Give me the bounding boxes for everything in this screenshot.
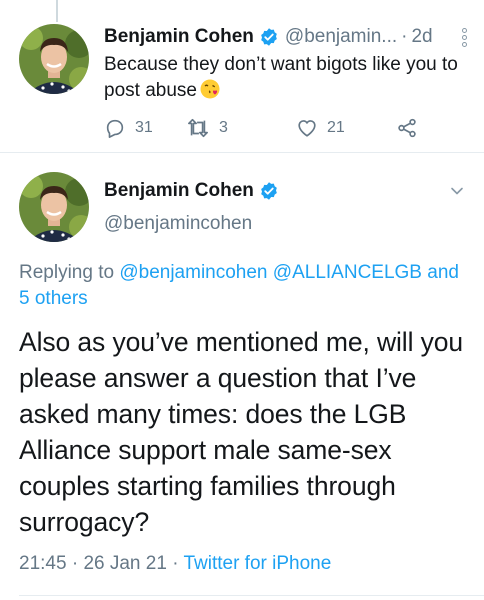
tweet-meta: 21:45 · 26 Jan 21 · Twitter for iPhone — [19, 553, 331, 575]
tweet-date: 26 Jan 21 — [83, 553, 167, 574]
reply-count: 31 — [135, 119, 153, 136]
replying-and: and — [427, 262, 459, 283]
separator-dot: · — [172, 553, 179, 574]
tweet-text: Because they don’t want bigots like you … — [104, 52, 464, 104]
author-name[interactable]: Benjamin Cohen — [104, 26, 254, 48]
share-icon — [398, 118, 416, 138]
separator-dot: · — [401, 26, 408, 47]
reply-icon — [106, 119, 124, 138]
author-handle[interactable]: @benjamin... — [285, 26, 397, 48]
tweet-time: 21:45 — [19, 553, 67, 574]
divider — [0, 152, 484, 153]
others-link[interactable]: 5 others — [19, 288, 88, 309]
replying-to: Replying to @benjamincohen @ALLIANCELGB … — [19, 260, 471, 312]
avatar[interactable] — [19, 172, 89, 242]
tweet-time[interactable]: 2d — [411, 26, 432, 48]
replying-prefix: Replying to — [19, 262, 115, 283]
tweet-actions: 31 3 21 — [104, 116, 424, 140]
tweet-text: Also as you’ve mentioned me, will you pl… — [19, 327, 464, 537]
share-button[interactable] — [396, 116, 427, 140]
mention-link[interactable]: @benjamincohen — [119, 262, 267, 283]
tweet-reply[interactable]: Benjamin Cohen @benjamin... · 2d Because… — [0, 0, 484, 150]
tweet-header: Benjamin Cohen @benjamin... · 2d — [104, 24, 470, 50]
reply-button[interactable]: 31 — [104, 116, 153, 140]
chevron-down-icon[interactable] — [450, 184, 464, 198]
heart-icon — [298, 120, 316, 137]
verified-badge-icon — [259, 181, 279, 201]
separator-dot: · — [71, 553, 79, 574]
tweet-source-link[interactable]: Twitter for iPhone — [183, 553, 331, 574]
retweet-button[interactable]: 3 — [186, 116, 228, 140]
avatar[interactable] — [19, 24, 89, 94]
divider — [19, 595, 484, 596]
retweet-count: 3 — [219, 119, 228, 136]
face-blowing-a-kiss-icon — [200, 79, 220, 99]
author-name-row: Benjamin Cohen — [104, 180, 279, 202]
more-vertical-icon[interactable] — [462, 28, 468, 48]
tweet-text-body: Because they don’t want bigots like you … — [104, 54, 458, 101]
like-count: 21 — [327, 119, 345, 136]
verified-badge-icon — [259, 27, 279, 47]
retweet-icon — [188, 118, 208, 138]
mention-link[interactable]: @ALLIANCELGB — [273, 262, 422, 283]
author-name[interactable]: Benjamin Cohen — [104, 180, 254, 202]
author-handle[interactable]: @benjamincohen — [104, 213, 252, 235]
like-button[interactable]: 21 — [296, 116, 345, 140]
